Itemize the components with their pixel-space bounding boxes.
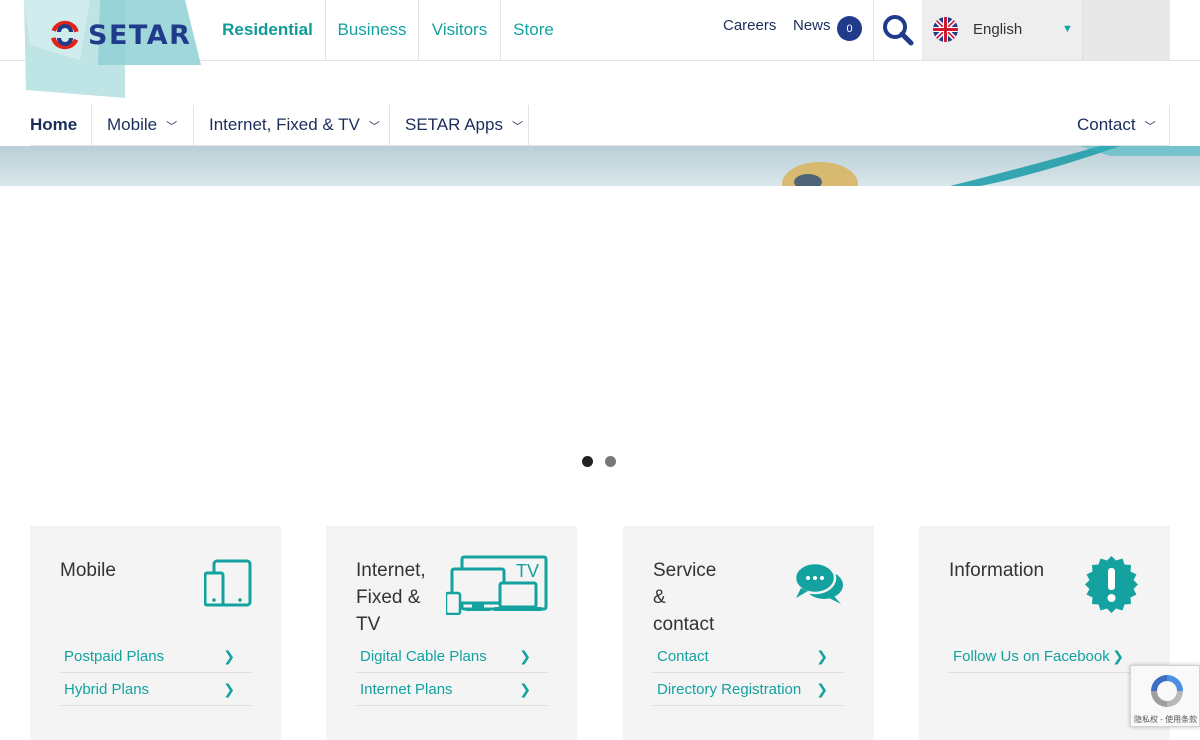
top-bar-empty-slot [1082, 0, 1170, 60]
segment-store[interactable]: Store [501, 0, 566, 60]
card-mobile-title: Mobile [60, 560, 116, 581]
nav-setar-apps[interactable]: SETAR Apps ﹀ [405, 105, 523, 145]
nav-apps-label: SETAR Apps [405, 115, 503, 134]
caret-down-icon: ▼ [1062, 23, 1073, 35]
news-link[interactable]: News [793, 17, 831, 34]
card-internet-links: Digital Cable Plans ❯ Internet Plans ❯ [356, 640, 547, 706]
link-hybrid-plans[interactable]: Hybrid Plans ❯ [60, 673, 251, 706]
chevron-right-icon: ❯ [816, 680, 828, 697]
segment-visitors[interactable]: Visitors [419, 0, 500, 60]
nav-mobile-label: Mobile [107, 115, 158, 134]
slider-pagination [582, 456, 616, 467]
info-exclamation-icon [1085, 556, 1138, 613]
chevron-down-icon: ﹀ [368, 121, 380, 133]
uk-flag-icon [933, 17, 958, 42]
svg-text:TV: TV [516, 561, 539, 581]
slider-dot-1[interactable] [582, 456, 593, 467]
slider-dot-2[interactable] [605, 456, 616, 467]
chevron-right-icon: ❯ [519, 647, 531, 664]
card-mobile-links: Postpaid Plans ❯ Hybrid Plans ❯ [60, 640, 251, 706]
logo-wordmark: SETAR [88, 20, 192, 51]
language-label: English [973, 21, 1023, 38]
link-internet-plans[interactable]: Internet Plans ❯ [356, 673, 547, 706]
chevron-right-icon: ❯ [223, 647, 235, 664]
recaptcha-icon [1151, 675, 1183, 707]
chevron-down-icon: ﹀ [166, 121, 178, 133]
chevron-right-icon: ❯ [519, 680, 531, 697]
card-mobile: Mobile Postpaid Plans ❯ Hybrid Plans ❯ [30, 526, 281, 740]
nav-contact[interactable]: Contact ﹀ [1077, 105, 1156, 145]
nav-home-label: Home [30, 115, 78, 134]
card-service-contact: Service & contact Contact ❯ Directory Reg… [623, 526, 874, 740]
card-service-links: Contact ❯ Directory Registration ❯ [653, 640, 844, 706]
search-icon [883, 15, 914, 46]
chevron-down-icon: ﹀ [511, 121, 523, 133]
card-internet-title: Internet, Fixed & TV [356, 560, 426, 635]
top-bar: SETAR Residential Business Visitors Stor… [0, 0, 1200, 98]
nav-internet-label: Internet, Fixed & TV [209, 115, 360, 134]
nav-home[interactable]: Home [30, 105, 77, 145]
news-count-badge: 0 [837, 16, 862, 41]
chevron-right-icon: ❯ [816, 647, 828, 664]
hero-banner-image[interactable] [0, 146, 1200, 186]
link-directory-registration[interactable]: Directory Registration ❯ [653, 673, 844, 706]
segment-business[interactable]: Business [326, 0, 418, 60]
nav-internet-fixed-tv[interactable]: Internet, Fixed & TV ﹀ [209, 105, 380, 145]
mobile-devices-icon [204, 559, 252, 607]
careers-link[interactable]: Careers [723, 17, 776, 34]
tv-devices-icon: TV [446, 555, 548, 615]
link-postpaid-plans[interactable]: Postpaid Plans ❯ [60, 640, 251, 673]
chevron-down-icon: ﹀ [1144, 121, 1156, 133]
nav-contact-label: Contact [1077, 115, 1136, 134]
hero-banner-graphic [782, 146, 1200, 186]
setar-logo[interactable]: SETAR [20, 0, 205, 100]
segment-residential[interactable]: Residential [210, 0, 325, 60]
recaptcha-terms[interactable]: 隐私权 - 使用条款 [1134, 714, 1197, 725]
link-follow-facebook[interactable]: Follow Us on Facebook ❯ [949, 640, 1140, 673]
chevron-right-icon: ❯ [223, 680, 235, 697]
card-service-title: Service & contact [653, 560, 717, 635]
chat-bubbles-icon [793, 561, 843, 604]
recaptcha-badge[interactable]: 隐私权 - 使用条款 [1130, 665, 1200, 727]
nav-mobile[interactable]: Mobile ﹀ [107, 105, 177, 145]
link-contact[interactable]: Contact ❯ [653, 640, 844, 673]
card-information-links: Follow Us on Facebook ❯ [949, 640, 1140, 673]
search-button[interactable] [873, 0, 922, 60]
card-information-title: Information [949, 560, 1045, 581]
chevron-right-icon: ❯ [1112, 647, 1124, 664]
link-digital-cable-plans[interactable]: Digital Cable Plans ❯ [356, 640, 547, 673]
card-internet-fixed-tv: Internet, Fixed & TV TV Digital Cable Pl… [326, 526, 577, 740]
language-selector[interactable]: English ▼ [922, 0, 1082, 60]
